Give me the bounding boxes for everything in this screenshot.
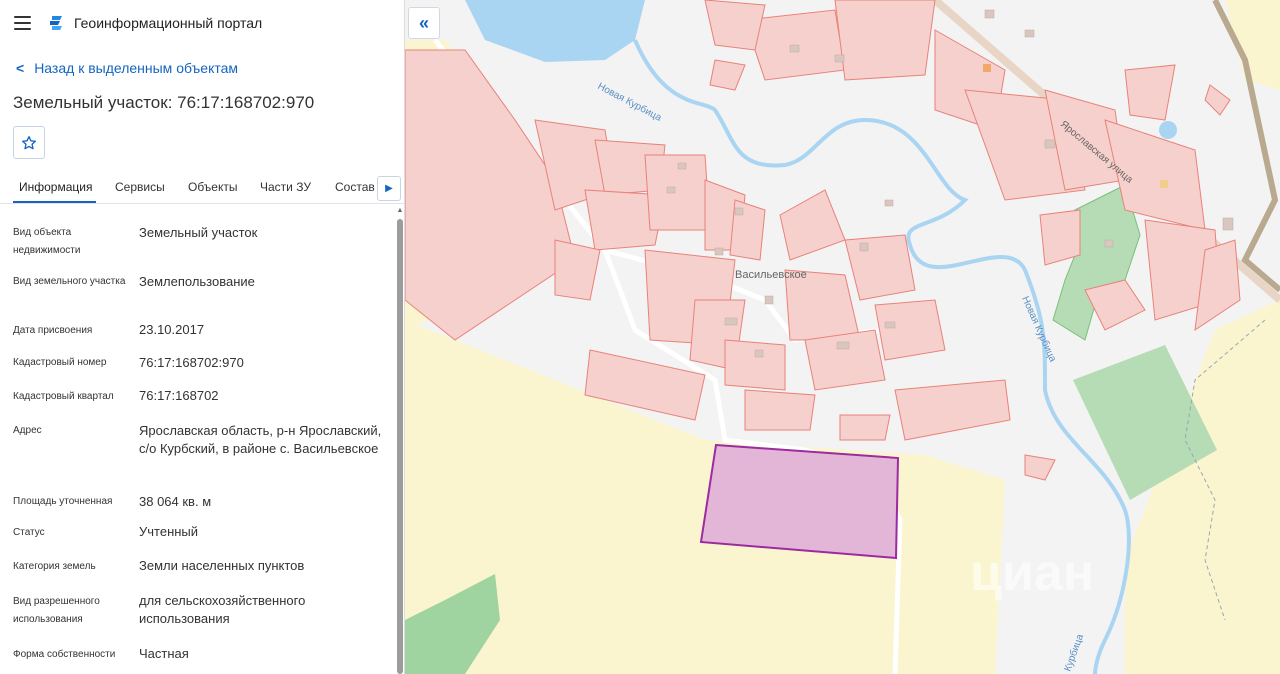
building xyxy=(984,9,995,19)
scroll-thumb[interactable] xyxy=(397,219,403,674)
building xyxy=(884,199,894,207)
side-panel: Геоинформационный портал < Назад к выдел… xyxy=(0,0,405,674)
tab-parcel-parts[interactable]: Части ЗУ xyxy=(260,180,311,194)
parcel xyxy=(644,154,711,231)
prop-label-address: Адрес xyxy=(13,425,42,436)
active-tab-indicator xyxy=(13,201,96,203)
parcel xyxy=(834,0,936,81)
parcel xyxy=(839,414,891,441)
prop-value-ownership: Частная xyxy=(139,646,189,661)
tab-composition[interactable]: Состав xyxy=(335,180,375,194)
prop-label-land-category: Категория земель xyxy=(13,561,96,572)
building xyxy=(1024,29,1035,38)
building xyxy=(714,247,724,256)
double-chevron-left-icon: « xyxy=(418,12,429,33)
building xyxy=(677,162,687,170)
star-icon xyxy=(22,135,36,149)
panel-header: Геоинформационный портал xyxy=(0,0,404,46)
building xyxy=(1160,180,1168,188)
tab-services[interactable]: Сервисы xyxy=(115,180,165,194)
prop-label-ownership: Форма собственности xyxy=(13,649,116,660)
parcel xyxy=(744,389,816,431)
map-view[interactable]: Васильевское Новая Курбица Новая Курбица… xyxy=(405,0,1280,674)
prop-value-cadastral-quarter: 76:17:168702 xyxy=(139,388,219,403)
collapse-panel-button[interactable]: « xyxy=(408,7,440,39)
building xyxy=(834,54,845,63)
prop-label-object-type: Вид объекта недвижимости xyxy=(13,227,81,256)
building xyxy=(1044,139,1056,149)
parcel xyxy=(724,339,786,391)
prop-label-permitted-use: Вид разрешенного использования xyxy=(13,596,100,625)
building xyxy=(836,341,850,350)
chevron-right-icon: ▶ xyxy=(385,183,393,194)
prop-value-permitted-use: для сельскохозяйственного использования xyxy=(139,593,306,626)
building xyxy=(789,44,800,53)
properties-list: Вид объекта недвижимости Земельный участ… xyxy=(0,214,395,674)
building xyxy=(983,64,991,72)
tabs-scroll-right-button[interactable]: ▶ xyxy=(377,176,401,201)
favorite-button[interactable] xyxy=(13,126,45,159)
prop-value-date: 23.10.2017 xyxy=(139,322,205,337)
map-canvas[interactable]: Васильевское Новая Курбица Новая Курбица… xyxy=(405,0,1280,674)
tab-information[interactable]: Информация xyxy=(19,180,92,194)
tab-bar: Информация Сервисы Объекты Части ЗУ Сост… xyxy=(0,170,404,204)
pond xyxy=(1159,121,1177,139)
prop-label-area: Площадь уточненная xyxy=(13,496,113,507)
prop-label-date: Дата присвоения xyxy=(13,325,93,336)
parcel xyxy=(804,329,886,391)
village-label: Васильевское xyxy=(735,269,807,281)
prop-label-cadastral-quarter: Кадастровый квартал xyxy=(13,391,114,402)
building xyxy=(764,295,774,305)
prop-label-cadastral-number: Кадастровый номер xyxy=(13,357,107,368)
panel-scrollbar[interactable]: ▲ xyxy=(396,207,404,674)
portal-logo-icon xyxy=(50,16,62,30)
parcel xyxy=(874,299,946,361)
building xyxy=(754,349,764,358)
building xyxy=(1222,217,1234,231)
building xyxy=(1104,239,1114,248)
prop-value-area: 38 064 кв. м xyxy=(139,494,212,509)
tab-objects[interactable]: Объекты xyxy=(188,180,238,194)
parcel xyxy=(1039,209,1081,266)
selected-parcel xyxy=(699,443,900,560)
watermark: циан xyxy=(970,544,1094,602)
prop-value-land-category: Земли населенных пунктов xyxy=(139,558,305,573)
prop-value-cadastral-number: 76:17:168702:970 xyxy=(139,355,244,370)
back-link-label: Назад к выделенным объектам xyxy=(34,60,239,76)
building xyxy=(884,321,896,329)
prop-label-status: Статус xyxy=(13,527,45,538)
scroll-up-arrow-icon[interactable]: ▲ xyxy=(396,207,404,215)
prop-value-object-type: Земельный участок xyxy=(139,225,258,240)
hamburger-menu-icon[interactable] xyxy=(14,16,31,30)
building xyxy=(724,317,738,326)
page-title: Земельный участок: 76:17:168702:970 xyxy=(13,93,315,112)
prop-value-status: Учтенный xyxy=(139,524,199,539)
chevron-left-icon: < xyxy=(16,60,25,76)
prop-value-address: Ярославская область, р-н Ярославский, с/… xyxy=(139,423,382,456)
building xyxy=(666,186,676,194)
portal-title: Геоинформационный портал xyxy=(74,15,263,31)
building xyxy=(734,207,744,216)
back-to-selected-link[interactable]: < Назад к выделенным объектам xyxy=(16,60,238,76)
prop-label-land-type: Вид земельного участка xyxy=(13,276,126,287)
prop-value-land-type: Землепользование xyxy=(139,274,255,289)
parcel xyxy=(704,0,766,51)
building xyxy=(859,242,869,252)
